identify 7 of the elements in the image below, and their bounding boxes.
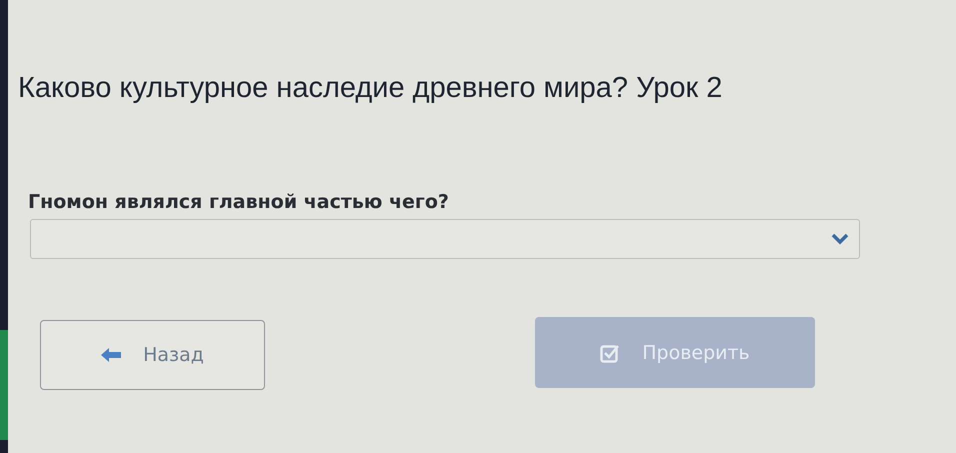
back-button[interactable]: Назад (40, 320, 265, 390)
answer-dropdown[interactable] (30, 219, 860, 259)
question-text: Гномон являлся главной частью чего? (28, 191, 449, 213)
lesson-title: Каково культурное наследие древнего мира? Урок 2 (18, 72, 722, 105)
checkbox-icon (600, 342, 620, 362)
left-arrow-icon (101, 348, 122, 362)
chevron-down-icon (831, 233, 849, 245)
